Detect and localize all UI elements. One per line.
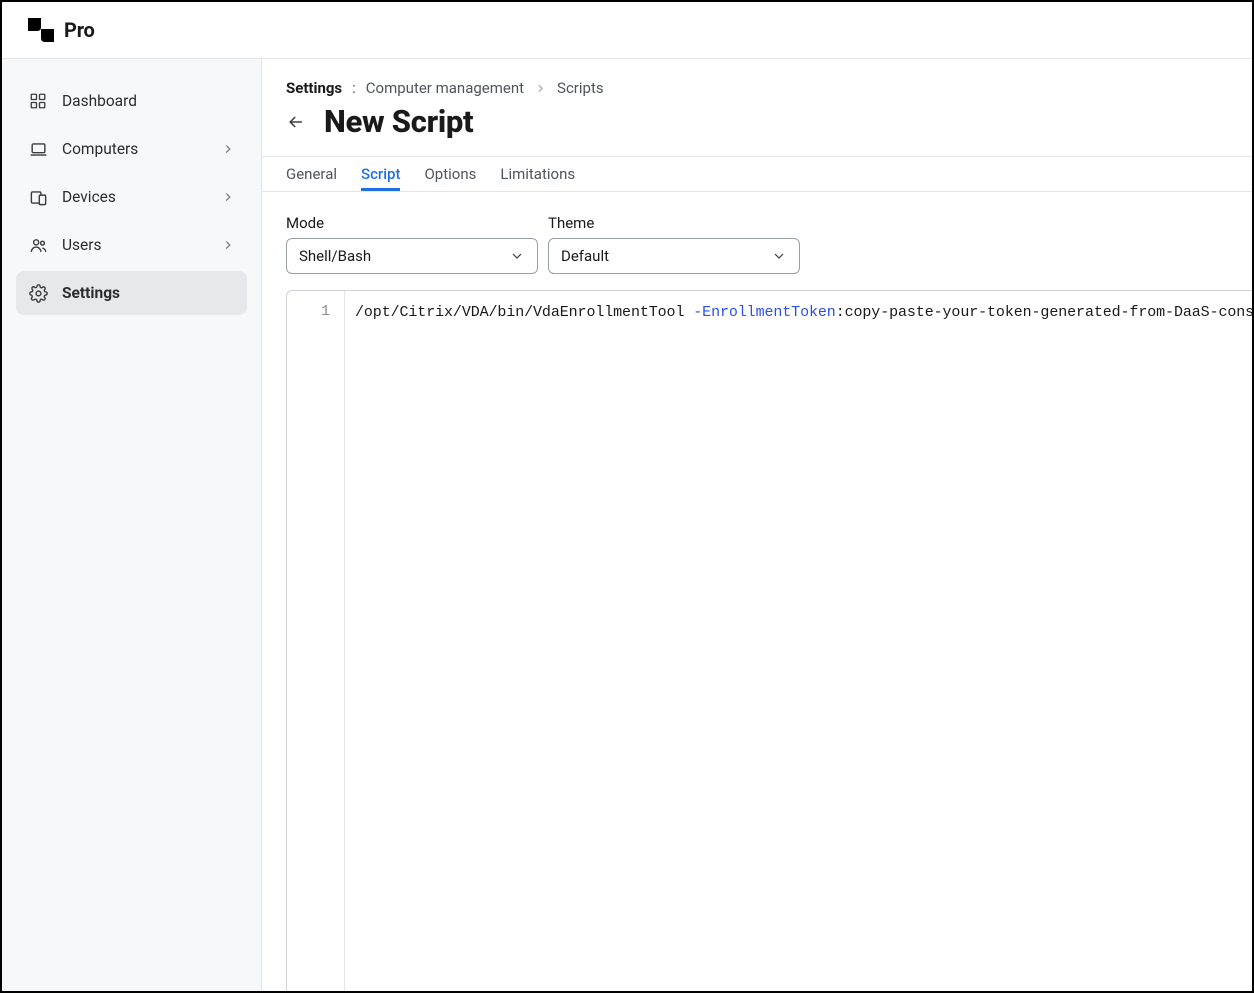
mode-select-value: Shell/Bash: [299, 247, 371, 265]
code-flag: -EnrollmentToken: [693, 304, 835, 321]
code-editor-container: 1 /opt/Citrix/VDA/bin/VdaEnrollmentTool …: [262, 290, 1252, 991]
sidebar-item-label: Devices: [62, 188, 116, 206]
devices-icon: [28, 187, 48, 207]
theme-select[interactable]: Default: [548, 238, 800, 274]
mode-label: Mode: [286, 214, 538, 232]
theme-select-value: Default: [561, 247, 609, 265]
sidebar-item-devices[interactable]: Devices: [16, 175, 247, 219]
tab-options[interactable]: Options: [424, 157, 476, 191]
editor-toolbar: Mode Shell/Bash Theme Default: [262, 192, 1252, 290]
dashboard-icon: [28, 91, 48, 111]
breadcrumb: Settings : Computer management Scripts: [286, 79, 1228, 97]
tab-limitations[interactable]: Limitations: [500, 157, 575, 191]
sidebar-item-users[interactable]: Users: [16, 223, 247, 267]
code-editor[interactable]: 1 /opt/Citrix/VDA/bin/VdaEnrollmentTool …: [286, 290, 1252, 991]
tab-general[interactable]: General: [286, 157, 337, 191]
back-button[interactable]: [286, 112, 306, 132]
chevron-down-icon: [771, 248, 787, 264]
sidebar-item-label: Dashboard: [62, 92, 137, 110]
theme-label: Theme: [548, 214, 800, 232]
sidebar-item-label: Users: [62, 236, 102, 254]
breadcrumb-root[interactable]: Settings: [286, 79, 342, 97]
theme-field: Theme Default: [548, 214, 800, 274]
line-number: 1: [287, 301, 344, 323]
topbar: Pro: [2, 2, 1252, 59]
breadcrumb-item[interactable]: Scripts: [557, 79, 604, 97]
laptop-icon: [28, 139, 48, 159]
chevron-right-icon: [221, 190, 235, 204]
tab-script[interactable]: Script: [361, 157, 400, 191]
sidebar-item-dashboard[interactable]: Dashboard: [16, 79, 247, 123]
page-header: Settings : Computer management Scripts N…: [262, 59, 1252, 156]
gear-icon: [28, 283, 48, 303]
chevron-down-icon: [509, 248, 525, 264]
tabs: General Script Options Limitations: [262, 156, 1252, 192]
line-number-gutter: 1: [287, 291, 345, 991]
code-argument: :copy-paste-your-token-generated-from-Da…: [836, 304, 1252, 321]
users-icon: [28, 235, 48, 255]
code-content[interactable]: /opt/Citrix/VDA/bin/VdaEnrollmentTool -E…: [345, 291, 1252, 991]
brand-logo-icon: [28, 18, 54, 42]
chevron-right-icon: [221, 142, 235, 156]
brand-name: Pro: [64, 18, 95, 42]
sidebar-item-label: Computers: [62, 140, 138, 158]
code-command: /opt/Citrix/VDA/bin/VdaEnrollmentTool: [355, 304, 693, 321]
breadcrumb-colon: :: [352, 79, 356, 97]
chevron-right-icon: [221, 238, 235, 252]
sidebar-item-label: Settings: [62, 284, 120, 302]
breadcrumb-item[interactable]: Computer management: [366, 79, 524, 97]
sidebar-item-settings[interactable]: Settings: [16, 271, 247, 315]
main-content: Settings : Computer management Scripts N…: [262, 59, 1252, 991]
mode-field: Mode Shell/Bash: [286, 214, 538, 274]
sidebar: Dashboard Computers Devices: [2, 59, 262, 991]
sidebar-item-computers[interactable]: Computers: [16, 127, 247, 171]
page-title: New Script: [324, 103, 473, 140]
mode-select[interactable]: Shell/Bash: [286, 238, 538, 274]
arrow-left-icon: [286, 112, 306, 132]
chevron-right-icon: [534, 82, 547, 95]
